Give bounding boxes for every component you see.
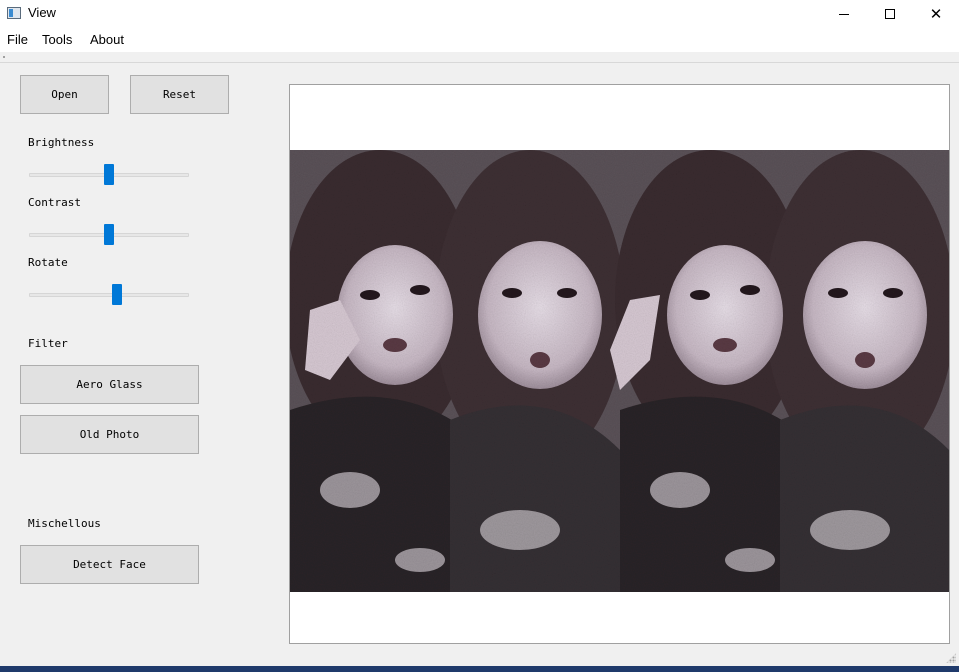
brightness-slider[interactable] bbox=[29, 164, 189, 186]
rotate-slider[interactable] bbox=[29, 284, 189, 306]
brightness-label: Brightness bbox=[28, 136, 95, 149]
window-title: View bbox=[28, 5, 56, 20]
contrast-label: Contrast bbox=[28, 196, 81, 209]
open-button[interactable]: Open bbox=[20, 75, 109, 114]
misc-heading: Mischellous bbox=[28, 517, 101, 530]
minimize-button[interactable] bbox=[821, 0, 867, 28]
app-window-icon bbox=[7, 7, 21, 19]
close-button[interactable]: ✕ bbox=[913, 0, 959, 28]
rotate-label: Rotate bbox=[28, 256, 68, 269]
slider-thumb[interactable] bbox=[104, 164, 114, 185]
photo-illustration bbox=[290, 150, 949, 592]
minimize-icon bbox=[839, 13, 849, 15]
aero-glass-button[interactable]: Aero Glass bbox=[20, 365, 199, 404]
resize-grip[interactable] bbox=[946, 653, 956, 663]
photo-image bbox=[290, 150, 949, 592]
filter-heading: Filter bbox=[28, 337, 68, 350]
slider-thumb[interactable] bbox=[104, 224, 114, 245]
toolbar-handle[interactable] bbox=[3, 56, 5, 58]
toolbar bbox=[0, 52, 959, 63]
close-icon: ✕ bbox=[929, 4, 943, 23]
status-bar bbox=[0, 644, 959, 666]
maximize-button[interactable] bbox=[867, 0, 913, 28]
old-photo-button[interactable]: Old Photo bbox=[20, 415, 199, 454]
title-bar: View ✕ bbox=[0, 0, 959, 28]
detect-face-button[interactable]: Detect Face bbox=[20, 545, 199, 584]
image-viewer[interactable] bbox=[289, 84, 950, 644]
slider-thumb[interactable] bbox=[112, 284, 122, 305]
contrast-slider[interactable] bbox=[29, 224, 189, 246]
taskbar-edge bbox=[0, 666, 959, 672]
menu-tools[interactable]: Tools bbox=[42, 32, 72, 47]
maximize-icon bbox=[885, 9, 895, 19]
menu-file[interactable]: File bbox=[7, 32, 28, 47]
reset-button[interactable]: Reset bbox=[130, 75, 229, 114]
slider-track bbox=[29, 293, 189, 297]
menu-bar: File Tools About bbox=[0, 28, 959, 52]
menu-about[interactable]: About bbox=[90, 32, 124, 47]
